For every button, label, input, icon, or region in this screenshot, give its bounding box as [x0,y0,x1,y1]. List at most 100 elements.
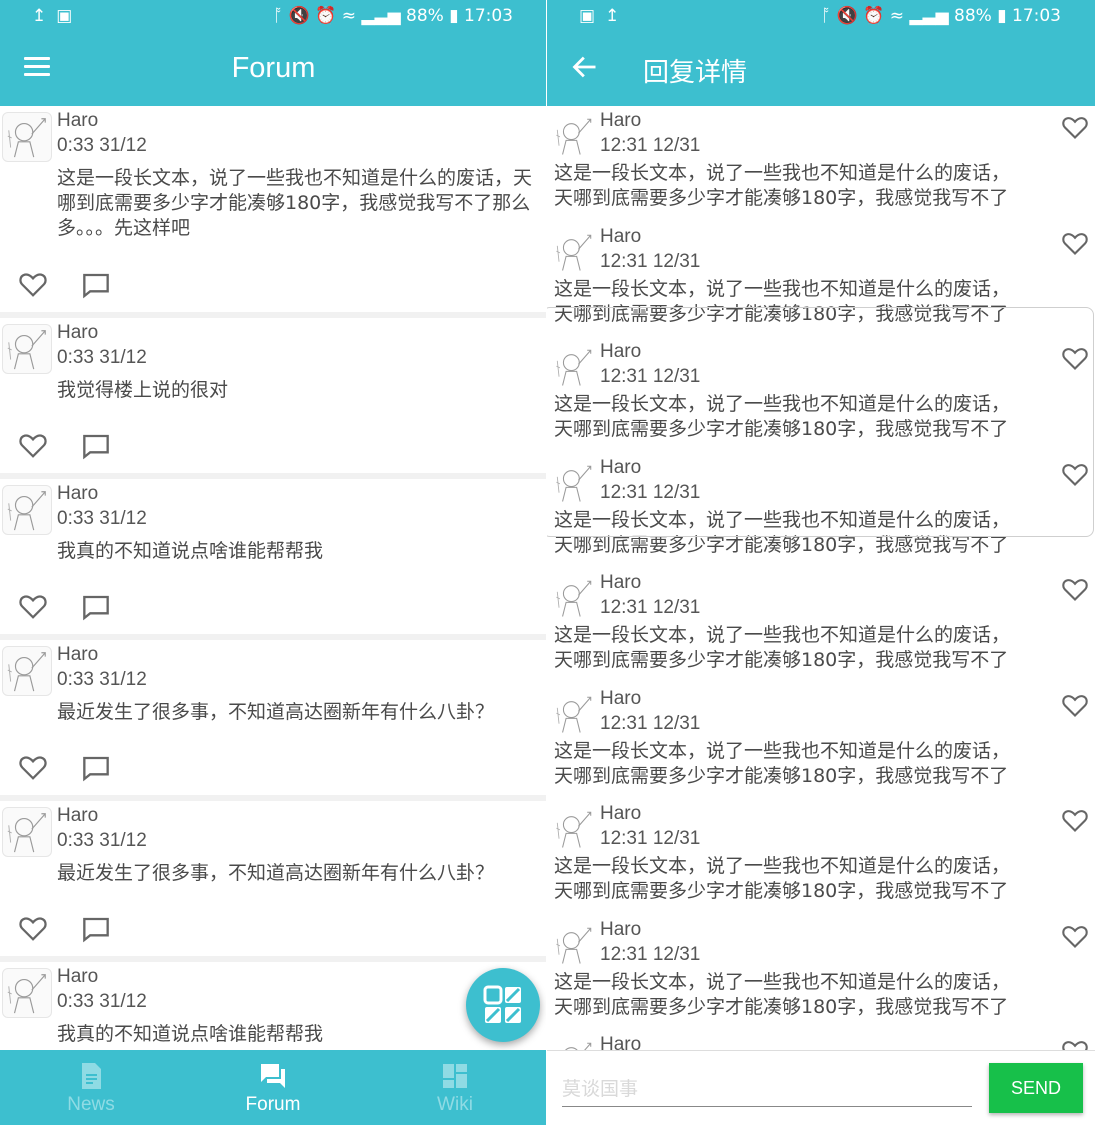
heart-icon[interactable] [1061,230,1089,256]
post-author: Haro [57,644,99,665]
heart-icon[interactable] [18,431,48,459]
heart-icon[interactable] [1061,345,1089,371]
heart-icon[interactable] [18,753,48,781]
nav-wiki[interactable]: Wiki [364,1050,546,1125]
post-text: 我真的不知道说点啥谁能帮帮我 [57,540,324,562]
avatar[interactable] [552,1036,596,1050]
reply-input[interactable] [562,1071,972,1107]
avatar[interactable] [552,805,596,853]
heart-icon[interactable] [1061,1038,1089,1050]
nav-label: Wiki [437,1094,473,1115]
reply-item: Haro 12:31 12/31 这是一段长文本，说了一些我也不知道是什么的废话… [547,684,1095,800]
reply-item: Haro 12:31 12/31 这是一段长文本，说了一些我也不知道是什么的废话… [547,222,1095,338]
send-button[interactable]: SEND [989,1063,1083,1113]
post-date: 0:33 31/12 [57,669,147,690]
reply-date: 12:31 12/31 [600,943,701,965]
bluetooth-icon: ᚩ [820,6,832,26]
battery-percent: 88% [954,6,992,26]
clock: 17:03 [464,6,513,26]
app-bar: 回复详情 [547,33,1095,106]
bottom-nav: News Forum Wiki [0,1050,547,1125]
post-card[interactable]: Haro 0:33 31/12 我真的不知道说点啥谁能帮帮我 [0,962,547,1050]
avatar[interactable] [2,646,52,696]
post-card[interactable]: Haro 0:33 31/12 我觉得楼上说的很对 [0,318,547,473]
comment-icon[interactable] [82,916,110,943]
post-date: 0:33 31/12 [57,508,147,529]
reply-date: 12:31 12/31 [600,597,701,618]
avatar[interactable] [2,807,52,857]
reply-text: 这是一段长文本，说了一些我也不知道是什么的废话， 天哪到底需要多少字才能凑够180… [554,624,1011,671]
battery-percent: 88% [406,6,444,26]
post-feed[interactable]: Haro 0:33 31/12 这是一段长文本，说了一些我也不知道是什么的废话，… [0,106,547,1050]
alarm-icon: ⏰ [315,6,337,26]
wiki-icon [443,1064,467,1088]
avatar[interactable] [2,324,52,374]
avatar[interactable] [552,228,596,276]
avatar[interactable] [2,112,52,162]
comment-icon[interactable] [82,594,110,621]
post-text: 我觉得楼上说的很对 [57,379,229,401]
reply-date: 12:31 12/31 [600,135,701,156]
comment-icon[interactable] [82,433,110,460]
reply-author: Haro [600,803,642,824]
heart-icon[interactable] [1061,576,1089,602]
reply-list[interactable]: Haro 12:31 12/31 这是一段长文本，说了一些我也不知道是什么的废话… [547,106,1095,1050]
avatar[interactable] [552,574,596,622]
status-bar: ▣↥ ᚩ 🔇 ⏰ ≈ ▂▃▅ 88% ▮ 17:03 [547,0,1095,33]
status-right: ᚩ 🔇 ⏰ ≈ ▂▃▅ 88% ▮ 17:03 [821,6,1061,26]
reply-date: 12:31 12/31 [600,712,701,734]
reply-text: 这是一段长文本，说了一些我也不知道是什么的废话， 天哪到底需要多少字才能凑够180… [554,970,1011,1018]
heart-icon[interactable] [1061,692,1089,718]
nav-forum[interactable]: Forum [182,1050,364,1125]
heart-icon[interactable] [18,270,48,298]
reply-author: Haro [600,1034,642,1050]
comment-icon[interactable] [82,755,110,782]
reply-item: Haro 12:31 12/31 这是一段长文本，说了一些我也不知道是什么的废话… [547,337,1095,453]
nav-news[interactable]: News [0,1050,182,1125]
reply-date: 12:31 12/31 [600,250,701,272]
heart-icon[interactable] [18,914,48,942]
status-left-icons: ↥▣ [32,6,82,26]
heart-icon[interactable] [1061,461,1089,487]
post-author: Haro [57,322,99,343]
reply-author: Haro [600,572,642,593]
wifi-icon: ≈ [889,6,904,26]
back-arrow-icon[interactable] [571,53,599,81]
heart-icon[interactable] [1061,923,1089,949]
reply-author: Haro [600,225,642,247]
avatar[interactable] [552,690,596,738]
reply-text: 这是一段长文本，说了一些我也不知道是什么的废话， 天哪到底需要多少字才能凑够180… [554,277,1011,325]
heart-icon[interactable] [18,592,48,620]
reply-author: Haro [600,687,642,709]
reply-item: Haro 12:31 12/31 这是一段长文本，说了一些我也不知道是什么的废话… [547,799,1095,915]
mute-icon: 🔇 [836,6,858,26]
battery-icon: ▮ [449,6,459,26]
avatar[interactable] [552,921,596,969]
post-card[interactable]: Haro 0:33 31/12 最近发生了很多事，不知道高达圈新年有什么八卦？ [0,640,547,795]
reply-text: 这是一段长文本，说了一些我也不知道是什么的废话， 天哪到底需要多少字才能凑够180… [554,393,1011,440]
heart-icon[interactable] [1061,807,1089,833]
reply-item: Haro 12:31 12/31 这是一段长文本，说了一些我也不知道是什么的废话… [547,915,1095,1031]
new-post-fab[interactable] [466,968,540,1042]
reply-author: Haro [600,341,642,362]
avatar[interactable] [552,112,596,160]
reply-composer: SEND [547,1050,1095,1125]
reply-item: Haro [547,1030,1095,1050]
heart-icon[interactable] [1061,114,1089,140]
post-card[interactable]: Haro 0:33 31/12 这是一段长文本，说了一些我也不知道是什么的废话，… [0,106,547,312]
upload-icon: ↥ [605,6,630,26]
comment-icon[interactable] [82,272,110,299]
nav-label: News [67,1094,115,1115]
avatar[interactable] [2,968,52,1018]
forum-screen: ↥▣ ᚩ 🔇 ⏰ ≈ ▂▃▅ 88% ▮ 17:03 Forum Haro 0:… [0,0,547,1125]
avatar[interactable] [2,485,52,535]
avatar[interactable] [552,459,596,507]
post-card[interactable]: Haro 0:33 31/12 我真的不知道说点啥谁能帮帮我 [0,479,547,634]
avatar[interactable] [552,343,596,391]
page-title: 回复详情 [643,58,748,88]
status-right: ᚩ 🔇 ⏰ ≈ ▂▃▅ 88% ▮ 17:03 [273,6,513,26]
page-title: Forum [231,52,316,84]
post-date: 0:33 31/12 [57,347,147,368]
post-card[interactable]: Haro 0:33 31/12 最近发生了很多事，不知道高达圈新年有什么八卦？ [0,801,547,956]
post-text: 我真的不知道说点啥谁能帮帮我 [57,1023,324,1045]
